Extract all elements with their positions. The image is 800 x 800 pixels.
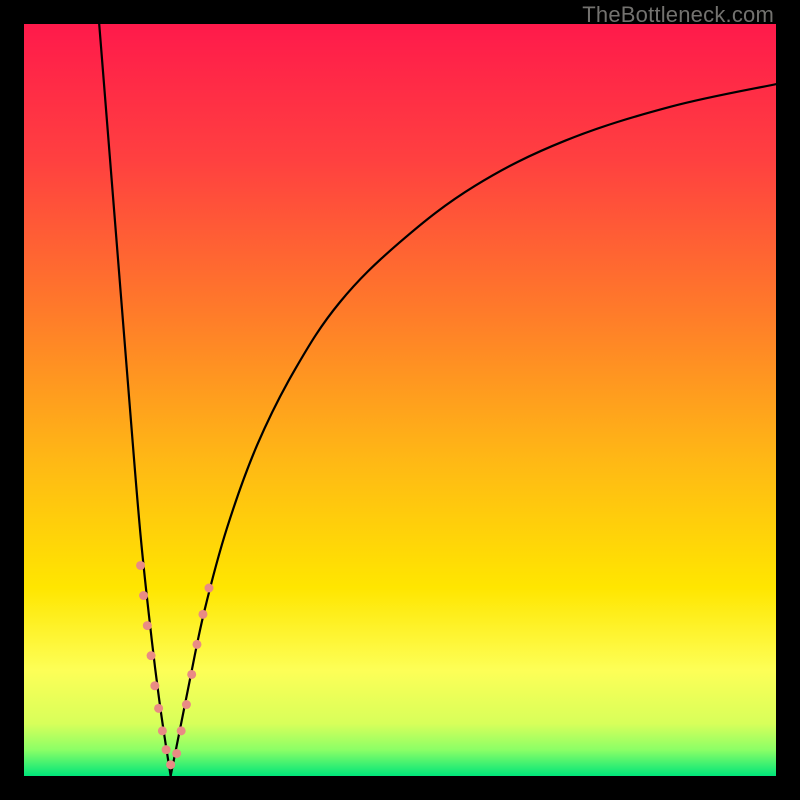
highlight-dot bbox=[198, 610, 207, 619]
highlight-dot bbox=[143, 621, 152, 630]
highlight-dot bbox=[136, 561, 145, 570]
highlight-dot bbox=[166, 760, 175, 769]
highlight-dot bbox=[154, 704, 163, 713]
highlight-dot bbox=[187, 670, 196, 679]
highlight-dot bbox=[172, 749, 181, 758]
highlight-dot bbox=[177, 726, 186, 735]
highlight-dot bbox=[192, 640, 201, 649]
chart-background bbox=[24, 24, 776, 776]
highlight-dot bbox=[162, 745, 171, 754]
highlight-dot bbox=[182, 700, 191, 709]
chart-frame bbox=[24, 24, 776, 776]
highlight-dot bbox=[147, 651, 156, 660]
highlight-dot bbox=[204, 584, 213, 593]
highlight-dot bbox=[150, 681, 159, 690]
chart-svg bbox=[24, 24, 776, 776]
highlight-dot bbox=[158, 726, 167, 735]
highlight-dot bbox=[139, 591, 148, 600]
watermark-text: TheBottleneck.com bbox=[582, 2, 774, 28]
